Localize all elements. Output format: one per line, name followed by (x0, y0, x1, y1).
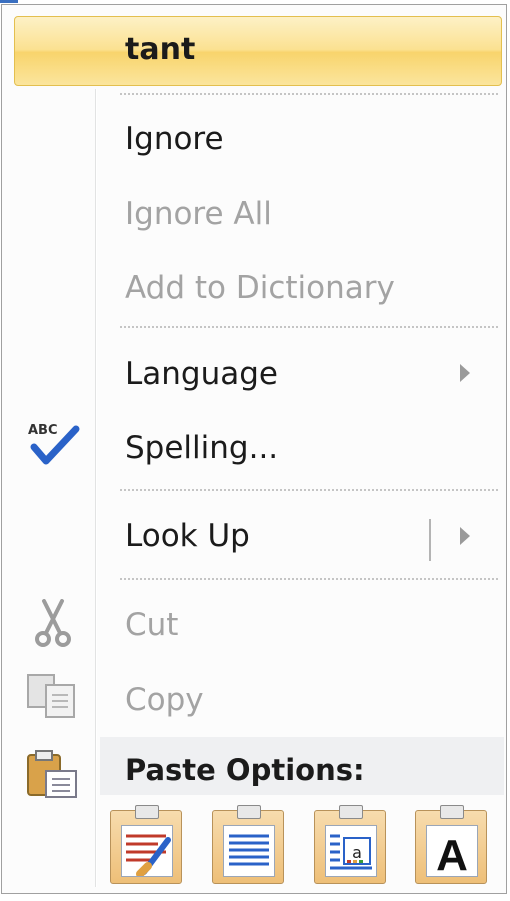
menu-item-copy[interactable]: Copy (125, 680, 204, 720)
menu-item-ignore[interactable]: Ignore (125, 119, 224, 159)
separator (120, 93, 498, 95)
paste-options-label: Paste Options: (125, 753, 365, 787)
icon-gutter-divider-highlight (96, 89, 97, 887)
menu-item-language[interactable]: Language (125, 354, 278, 394)
paste-merge-formatting-button[interactable] (212, 805, 284, 884)
paste-icon (27, 750, 77, 798)
top-left-edge-mark (0, 0, 18, 3)
copy-icon (27, 674, 75, 718)
menu-item-add-to-dictionary[interactable]: Add to Dictionary (125, 268, 395, 308)
suggestion-item-highlight[interactable] (14, 16, 502, 86)
submenu-arrow-icon[interactable] (460, 527, 470, 545)
merge-formatting-icon (229, 834, 269, 866)
keep-text-only-glyph: A (436, 831, 468, 876)
keep-source-formatting-icon (126, 834, 171, 878)
separator (120, 489, 498, 491)
clipboard-clip (339, 805, 363, 819)
separator (120, 578, 498, 580)
submenu-arrow-icon (460, 364, 470, 382)
menu-item-look-up[interactable]: Look Up (125, 516, 250, 556)
clipboard-sheet: A (426, 825, 478, 880)
abc-icon-text: ABC (28, 423, 58, 438)
menu-item-spelling[interactable]: Spelling... (125, 428, 278, 468)
paste-picture-button[interactable]: a (314, 805, 386, 884)
clipboard-sheet (223, 825, 275, 877)
clipboard-clip (440, 805, 464, 819)
suggestion-item-tant[interactable]: tant (125, 30, 195, 70)
split-button-divider (429, 519, 431, 561)
picture-paste-icon: a (330, 834, 372, 870)
spelling-check-icon: ABC (28, 423, 80, 465)
context-menu: tant Ignore Ignore All Add to Dictionary… (1, 4, 507, 894)
menu-item-cut[interactable]: Cut (125, 605, 178, 645)
keep-text-only-icon: A (436, 831, 468, 880)
separator (120, 326, 498, 328)
paste-keep-text-only-button[interactable]: A (415, 805, 487, 884)
clipboard-sheet: a (325, 825, 377, 877)
menu-item-ignore-all[interactable]: Ignore All (125, 194, 272, 234)
clipboard-clip (135, 805, 159, 819)
clipboard-sheet (121, 825, 173, 878)
scissors-icon (35, 599, 71, 647)
picture-paste-glyph: a (352, 843, 362, 862)
paste-keep-source-formatting-button[interactable] (110, 805, 182, 884)
clipboard-clip (237, 805, 261, 819)
